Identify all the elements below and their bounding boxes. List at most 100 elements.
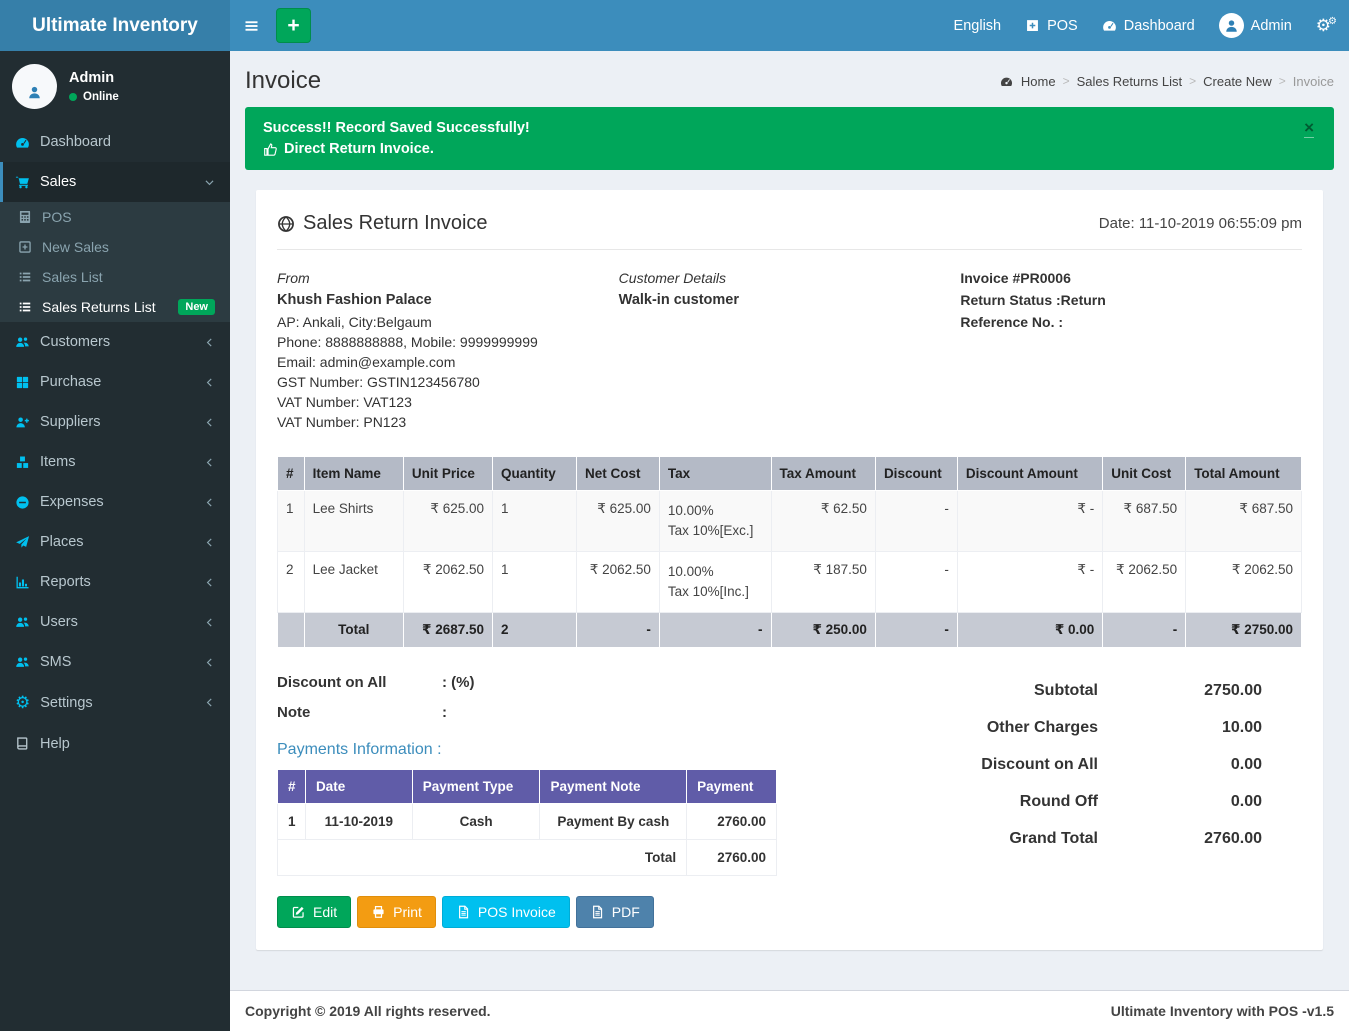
payment-num: 1 bbox=[278, 804, 306, 840]
other-charges-label: Other Charges bbox=[932, 719, 1098, 737]
alert-close-button[interactable]: × bbox=[1304, 119, 1314, 138]
breadcrumb-current: Invoice bbox=[1293, 74, 1334, 89]
print-button[interactable]: Print bbox=[357, 896, 436, 928]
grid-icon bbox=[15, 375, 30, 390]
invoice-bottom-left: Discount on All : (%) Note : Payments In… bbox=[277, 674, 872, 876]
sidebar-item-dashboard: Dashboard bbox=[0, 122, 230, 162]
invoice-number: Invoice #PR0006 bbox=[960, 268, 1302, 288]
footer-version: Ultimate Inventory with POS -v1.5 bbox=[1111, 1003, 1334, 1019]
col-quantity: Quantity bbox=[493, 457, 577, 491]
nav-dashboard[interactable]: Dashboard bbox=[1090, 0, 1207, 51]
sidebar-item-purchase: Purchase bbox=[0, 362, 230, 402]
nav-user-menu[interactable]: Admin bbox=[1207, 0, 1304, 51]
payments-heading: Payments Information : bbox=[277, 741, 872, 759]
note-label: Note bbox=[277, 704, 442, 721]
sidebar-item-label: Suppliers bbox=[40, 414, 100, 430]
chevron-left-icon bbox=[204, 577, 215, 588]
edit-button[interactable]: Edit bbox=[277, 896, 351, 928]
nav-pos[interactable]: POS bbox=[1013, 0, 1090, 51]
sidebar-toggle-button[interactable] bbox=[230, 0, 273, 51]
submenu-item-new-sales: New Sales bbox=[0, 232, 230, 262]
grand-total-row: Grand Total 2760.00 bbox=[932, 830, 1262, 848]
sidebar-item-label: SMS bbox=[40, 654, 71, 670]
users-icon bbox=[15, 655, 30, 670]
sidebar-item-label: Dashboard bbox=[40, 134, 111, 150]
payments-total-amount: 2760.00 bbox=[687, 840, 777, 876]
sidebar-item-suppliers: Suppliers bbox=[0, 402, 230, 442]
from-pan: VAT Number: PN123 bbox=[277, 412, 619, 432]
navbar-main: + English POS Dashboard Admin ⚙⚙ bbox=[230, 0, 1349, 51]
col-total-amount: Total Amount bbox=[1186, 457, 1302, 491]
invoice-title-text: Sales Return Invoice bbox=[303, 212, 488, 235]
note-value: : bbox=[442, 704, 447, 721]
sidebar-user-name: Admin bbox=[69, 70, 119, 86]
users-icon bbox=[15, 335, 30, 350]
footer-copyright: Copyright © 2019 All rights reserved. bbox=[245, 1003, 491, 1019]
sidebar-item-customers: Customers bbox=[0, 322, 230, 362]
total-grand: ₹ 2750.00 bbox=[1186, 613, 1302, 648]
discount-all-value: 0.00 bbox=[1098, 756, 1262, 774]
submenu-item-sales-list: Sales List bbox=[0, 262, 230, 292]
tax-rate: 10.00% bbox=[668, 562, 763, 582]
sidebar-item-label: Users bbox=[40, 614, 78, 630]
pdf-button[interactable]: PDF bbox=[576, 896, 654, 928]
item-unit-cost: ₹ 687.50 bbox=[1103, 491, 1186, 552]
page-footer: Copyright © 2019 All rights reserved. Ul… bbox=[230, 990, 1349, 1031]
brand-logo[interactable]: Ultimate Inventory bbox=[0, 0, 230, 51]
action-buttons: Edit Print POS Invoice PDF bbox=[277, 896, 1302, 928]
item-net-cost: ₹ 2062.50 bbox=[576, 552, 659, 613]
submenu-item-sales-returns-list: Sales Returns List New bbox=[0, 292, 230, 322]
breadcrumb-separator: > bbox=[1279, 74, 1286, 88]
success-alert: Success!! Record Saved Successfully! Dir… bbox=[245, 107, 1334, 170]
breadcrumb-home[interactable]: Home bbox=[1021, 74, 1056, 89]
payment-type: Cash bbox=[412, 804, 540, 840]
discount-all-label: Discount on All bbox=[932, 756, 1098, 774]
nav-settings[interactable]: ⚙⚙ bbox=[1304, 0, 1349, 51]
pos-invoice-button[interactable]: POS Invoice bbox=[442, 896, 570, 928]
cubes-icon bbox=[15, 455, 30, 470]
item-tax: 10.00% Tax 10%[Exc.] bbox=[659, 491, 771, 552]
round-off-value: 0.00 bbox=[1098, 793, 1262, 811]
total-net-cost: - bbox=[576, 613, 659, 648]
totals-summary: Subtotal 2750.00 Other Charges 10.00 Dis… bbox=[932, 682, 1262, 848]
content-wrapper: Invoice Home > Sales Returns List > Crea… bbox=[230, 51, 1349, 1031]
breadcrumb-sales-returns-list[interactable]: Sales Returns List bbox=[1077, 74, 1183, 89]
payment-date: 11-10-2019 bbox=[305, 804, 412, 840]
item-discount: - bbox=[875, 552, 957, 613]
item-discount-amount: ₹ - bbox=[957, 491, 1102, 552]
col-discount: Discount bbox=[875, 457, 957, 491]
discount-all-row: Discount on All 0.00 bbox=[932, 756, 1262, 774]
invoice-bottom-right: Subtotal 2750.00 Other Charges 10.00 Dis… bbox=[872, 674, 1303, 876]
user-plus-icon bbox=[15, 415, 30, 430]
discount-on-all-row: Discount on All : (%) bbox=[277, 674, 872, 691]
item-row: 1 Lee Shirts ₹ 625.00 1 ₹ 625.00 10.00% … bbox=[278, 491, 1302, 552]
quick-add-button[interactable]: + bbox=[276, 8, 311, 43]
chevron-left-icon bbox=[204, 497, 215, 508]
thumbs-up-icon bbox=[263, 142, 278, 157]
from-vat: VAT Number: VAT123 bbox=[277, 392, 619, 412]
sidebar-item-label: Sales bbox=[40, 174, 76, 190]
sidebar-item-label: Items bbox=[40, 454, 75, 470]
plus-square-icon bbox=[18, 240, 32, 254]
from-label: From bbox=[277, 268, 619, 288]
round-off-row: Round Off 0.00 bbox=[932, 793, 1262, 811]
other-charges-value: 10.00 bbox=[1098, 719, 1262, 737]
sidebar-item-label: Purchase bbox=[40, 374, 101, 390]
chevron-left-icon bbox=[204, 697, 215, 708]
customer-label: Customer Details bbox=[619, 268, 961, 288]
book-icon bbox=[15, 736, 30, 751]
nav-language[interactable]: English bbox=[942, 0, 1014, 51]
item-qty: 1 bbox=[493, 552, 577, 613]
list-icon bbox=[18, 270, 32, 284]
payments-total-row: Total 2760.00 bbox=[278, 840, 777, 876]
chevron-left-icon bbox=[204, 537, 215, 548]
pos-invoice-button-label: POS Invoice bbox=[478, 904, 556, 920]
invoice-meta-block: Invoice #PR0006 Return Status :Return Re… bbox=[960, 268, 1302, 432]
alert-message-text: Direct Return Invoice. bbox=[284, 141, 434, 157]
note-row: Note : bbox=[277, 704, 872, 721]
payments-header-row: # Date Payment Type Payment Note Payment bbox=[278, 770, 777, 804]
content-header: Invoice Home > Sales Returns List > Crea… bbox=[230, 51, 1349, 105]
sidebar: Admin Online Dashboard Sales POS New Sal… bbox=[0, 51, 230, 1031]
edit-button-label: Edit bbox=[313, 904, 337, 920]
breadcrumb-create-new[interactable]: Create New bbox=[1203, 74, 1272, 89]
